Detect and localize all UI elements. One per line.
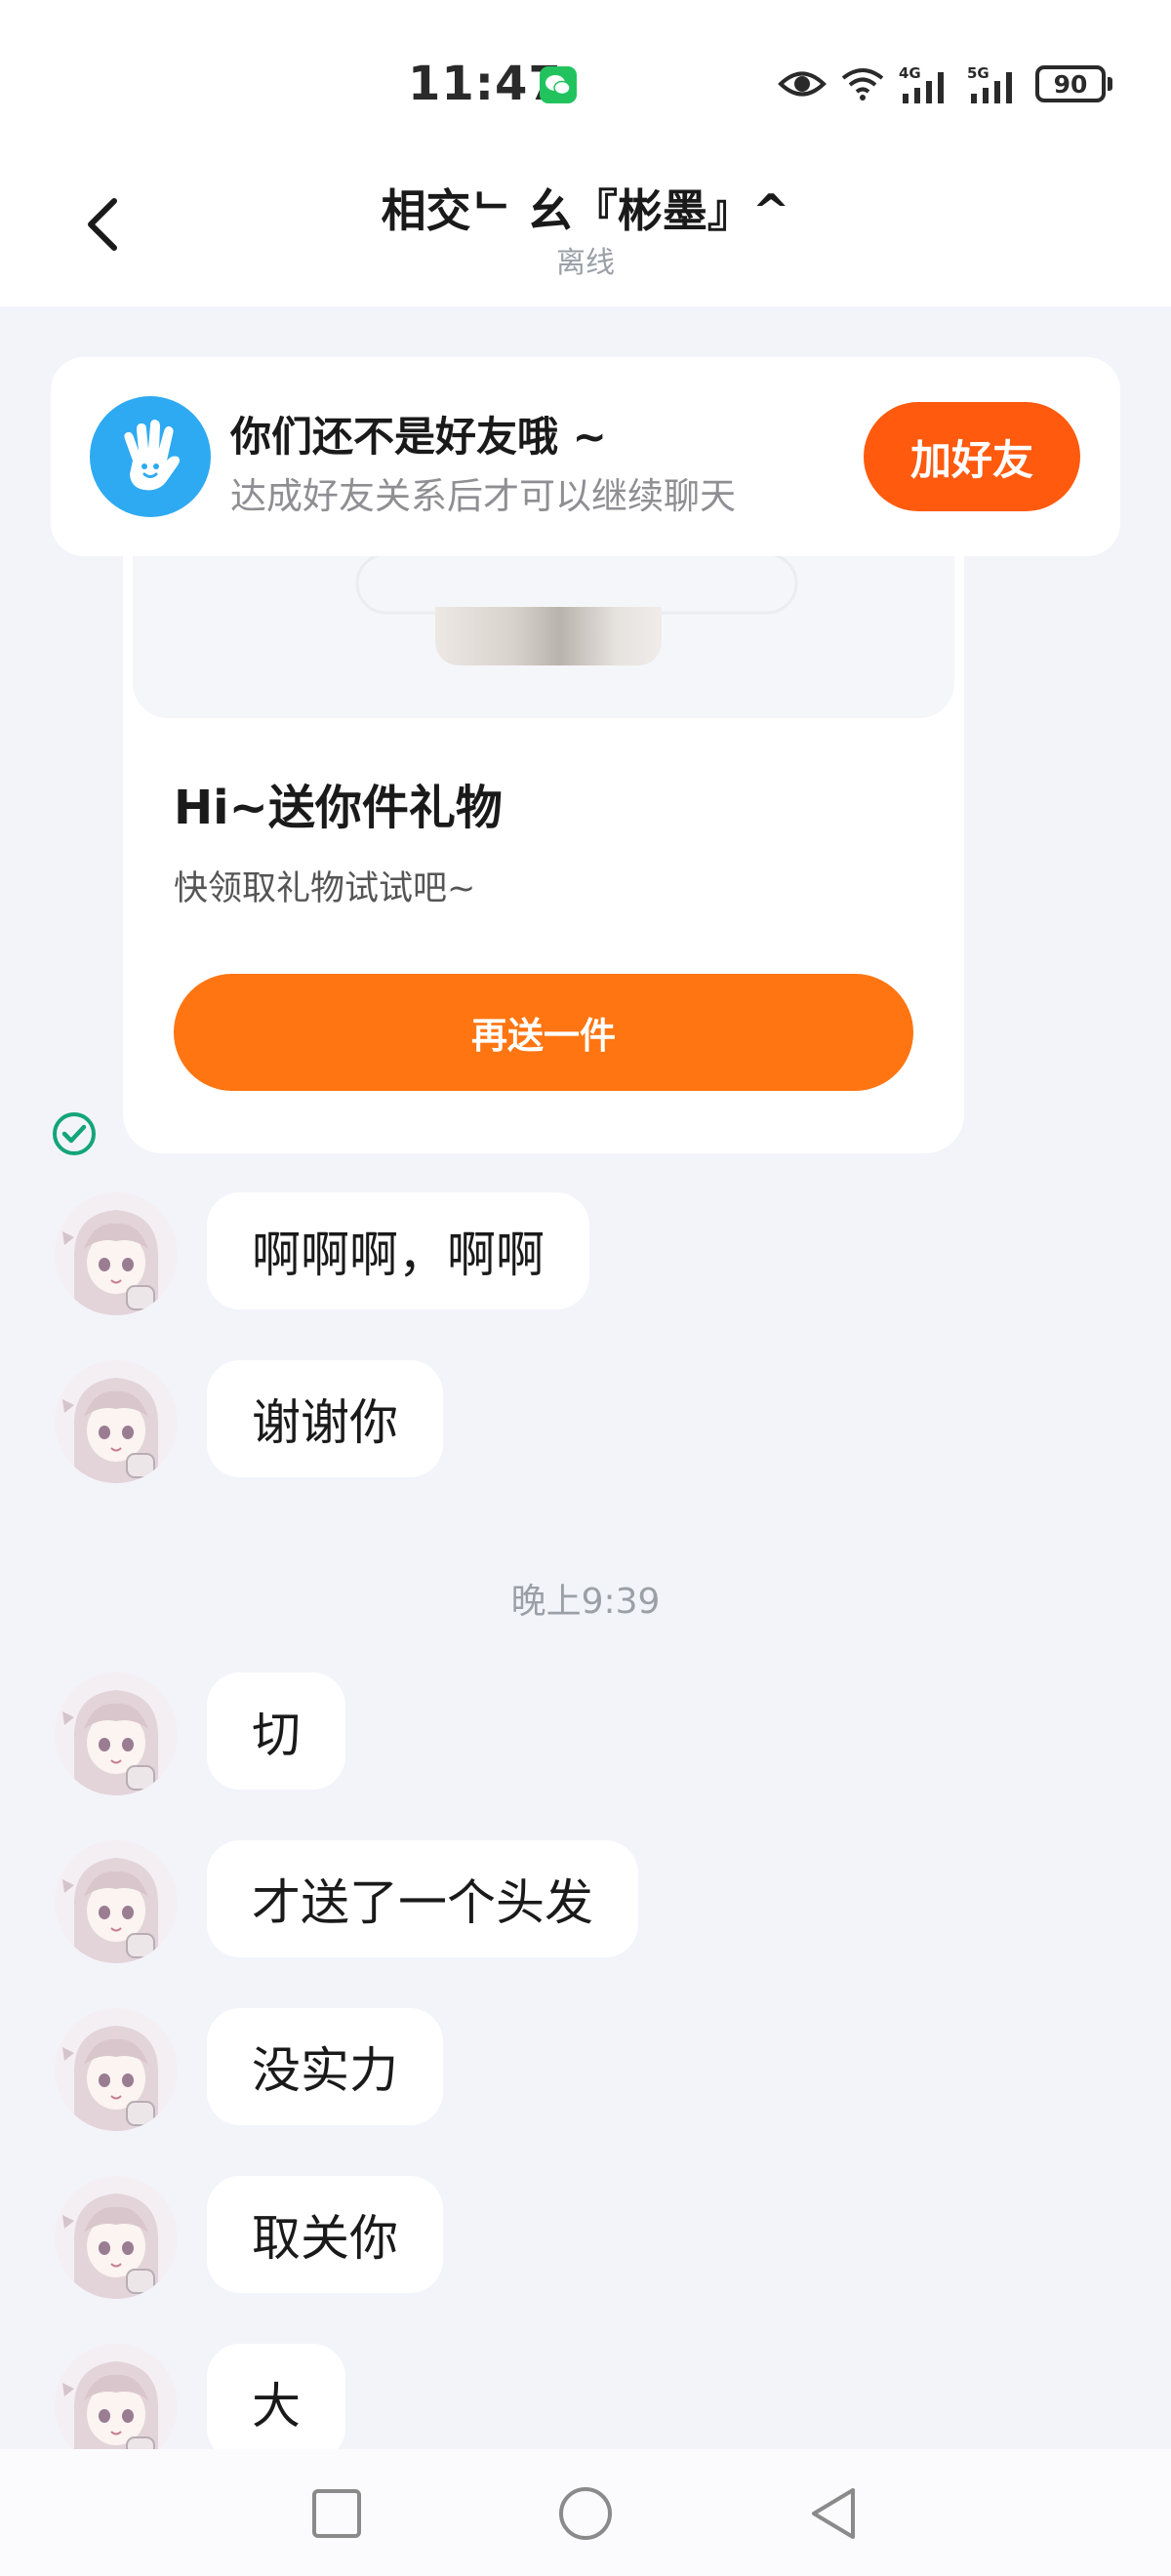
- waving-hand-icon: [90, 396, 211, 517]
- square-icon: [312, 2489, 361, 2538]
- wechat-icon: [540, 66, 577, 103]
- signal-5g-icon: 5G: [967, 64, 1022, 103]
- message-bubble[interactable]: 切: [207, 1672, 345, 1790]
- home-button[interactable]: [550, 2478, 621, 2549]
- network-1-label: 4G: [899, 64, 921, 82]
- avatar[interactable]: [55, 1360, 178, 1483]
- triangle-back-icon: [812, 2488, 855, 2539]
- avatar[interactable]: [55, 1672, 178, 1795]
- gift-figure-image: [435, 607, 662, 665]
- gift-image: [133, 546, 954, 718]
- chat-header: 相交ᄂ 幺『彬墨』^ 离线: [0, 146, 1171, 306]
- eye-icon: [778, 67, 827, 101]
- message-bubble[interactable]: 大: [207, 2344, 345, 2461]
- banner-title: 你们还不是好友哦 ~: [230, 413, 607, 461]
- message-bubble[interactable]: 谢谢你: [207, 1360, 443, 1477]
- gift-title: Hi~送你件礼物: [174, 781, 503, 835]
- network-2-label: 5G: [967, 64, 989, 82]
- battery-icon: 90: [1035, 65, 1112, 102]
- online-status: 离线: [556, 246, 615, 280]
- recents-button[interactable]: [302, 2478, 372, 2549]
- add-friend-button[interactable]: 加好友: [864, 402, 1080, 511]
- banner-subtitle: 达成好友关系后才可以继续聊天: [230, 475, 736, 517]
- message-bubble[interactable]: 才送了一个头发: [207, 1840, 638, 1957]
- avatar[interactable]: [55, 1840, 178, 1963]
- send-again-button[interactable]: 再送一件: [174, 974, 913, 1091]
- battery-level: 90: [1035, 65, 1106, 102]
- read-check-icon: [51, 1110, 98, 1157]
- status-bar: 11:47 4G 5G 90: [0, 0, 1171, 146]
- system-nav-bar: [0, 2449, 1171, 2576]
- message-bubble[interactable]: 啊啊啊，啊啊: [207, 1192, 589, 1309]
- avatar[interactable]: [55, 2176, 178, 2299]
- back-nav-button[interactable]: [798, 2478, 868, 2549]
- friend-request-banner: 你们还不是好友哦 ~ 达成好友关系后才可以继续聊天 加好友: [51, 357, 1120, 556]
- circle-icon: [559, 2487, 612, 2540]
- chat-title[interactable]: 相交ᄂ 幺『彬墨』^: [0, 176, 1171, 240]
- gift-subtitle: 快领取礼物试试吧~: [174, 869, 476, 908]
- message-bubble[interactable]: 没实力: [207, 2008, 443, 2125]
- avatar[interactable]: [55, 2008, 178, 2131]
- signal-4g-icon: 4G: [899, 64, 953, 103]
- time-divider: 晚上9:39: [510, 1582, 661, 1622]
- gift-card[interactable]: Hi~送你件礼物 快领取礼物试试吧~ 再送一件: [123, 546, 964, 1153]
- wifi-icon: [840, 66, 885, 101]
- status-icons: 4G 5G 90: [778, 60, 1112, 107]
- avatar[interactable]: [55, 1192, 178, 1315]
- message-bubble[interactable]: 取关你: [207, 2176, 443, 2293]
